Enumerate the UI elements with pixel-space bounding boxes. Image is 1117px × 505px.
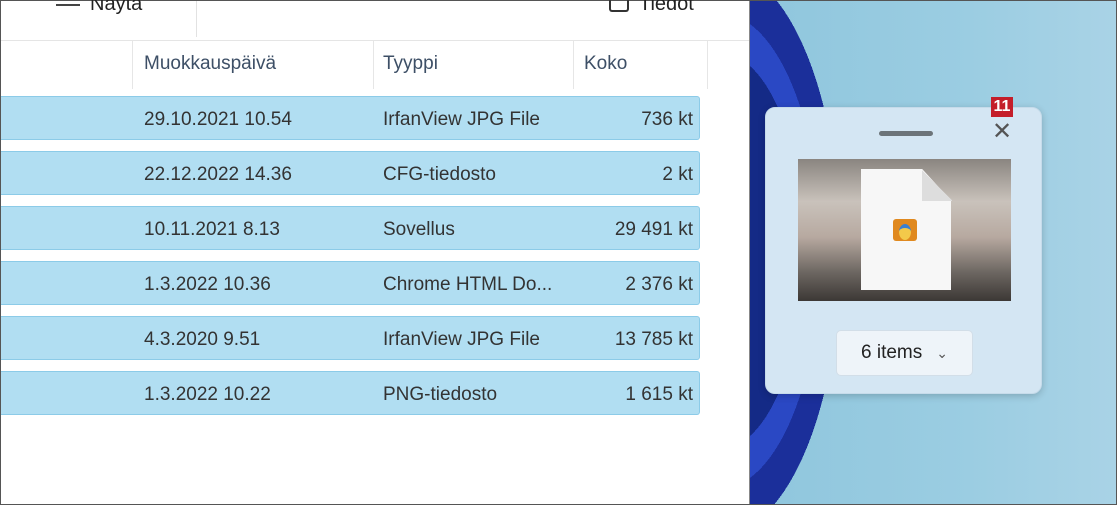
file-type: IrfanView JPG File	[383, 329, 540, 350]
preview-thumbnail	[798, 159, 1011, 301]
modified-date: 29.10.2021 10.54	[144, 109, 292, 130]
details-pane-icon	[609, 0, 629, 12]
file-row[interactable]: 1.3.2022 10.22 PNG-tiedosto 1 615 kt	[1, 371, 700, 415]
file-size: 2 376 kt	[625, 274, 693, 295]
file-type: IrfanView JPG File	[383, 109, 540, 130]
column-header: Muokkauspäivä Tyyppi Koko	[1, 41, 749, 89]
modified-date: 10.11.2021 8.13	[144, 219, 280, 240]
details-label: Tiedot	[639, 0, 694, 15]
items-dropdown[interactable]: 6 items ⌄	[836, 330, 973, 376]
file-size: 13 785 kt	[614, 329, 693, 350]
file-type: CFG-tiedosto	[383, 164, 496, 185]
view-button[interactable]: Näytä	[56, 0, 142, 16]
column-divider[interactable]	[707, 41, 708, 89]
step-badge: 11	[991, 97, 1013, 117]
file-size: 29 491 kt	[614, 219, 693, 240]
file-row[interactable]: 29.10.2021 10.54 IrfanView JPG File 736 kt	[1, 96, 700, 140]
view-label: Näytä	[90, 0, 143, 15]
modified-date: 4.3.2020 9.51	[144, 329, 261, 350]
menu-icon	[56, 3, 80, 6]
toolbar-divider	[196, 1, 197, 37]
application-icon	[893, 219, 917, 241]
close-icon[interactable]: ✕	[992, 120, 1012, 144]
file-explorer: Näytä Tiedot Muokkauspäivä Tyyppi Koko 2…	[1, 0, 750, 504]
file-type: Chrome HTML Do...	[383, 274, 553, 295]
column-size[interactable]: Koko	[584, 53, 627, 75]
column-type[interactable]: Tyyppi	[383, 53, 438, 75]
file-row[interactable]: 22.12.2022 14.36 CFG-tiedosto 2 kt	[1, 151, 700, 195]
items-count: 6 items	[861, 342, 923, 363]
toolbar: Näytä Tiedot	[1, 0, 749, 41]
modified-date: 1.3.2022 10.22	[144, 384, 271, 405]
column-divider[interactable]	[573, 41, 574, 89]
file-size: 2 kt	[662, 164, 693, 185]
file-row[interactable]: 10.11.2021 8.13 Sovellus 29 491 kt	[1, 206, 700, 250]
file-row[interactable]: 4.3.2020 9.51 IrfanView JPG File 13 785 kt	[1, 316, 700, 360]
drag-drop-panel[interactable]: ✕ 6 items ⌄	[765, 107, 1042, 394]
column-divider[interactable]	[373, 41, 374, 89]
drag-handle[interactable]	[879, 131, 933, 136]
file-type: Sovellus	[383, 219, 455, 240]
page-fold	[922, 169, 952, 201]
modified-date: 22.12.2022 14.36	[144, 164, 292, 185]
file-size: 736 kt	[641, 109, 693, 130]
chevron-down-icon: ⌄	[936, 344, 948, 361]
file-size: 1 615 kt	[625, 384, 693, 405]
details-button[interactable]: Tiedot	[609, 0, 694, 16]
column-modified[interactable]: Muokkauspäivä	[144, 53, 276, 75]
file-row[interactable]: 1.3.2022 10.36 Chrome HTML Do... 2 376 kt	[1, 261, 700, 305]
modified-date: 1.3.2022 10.36	[144, 274, 271, 295]
column-divider[interactable]	[132, 41, 133, 89]
file-type: PNG-tiedosto	[383, 384, 498, 405]
